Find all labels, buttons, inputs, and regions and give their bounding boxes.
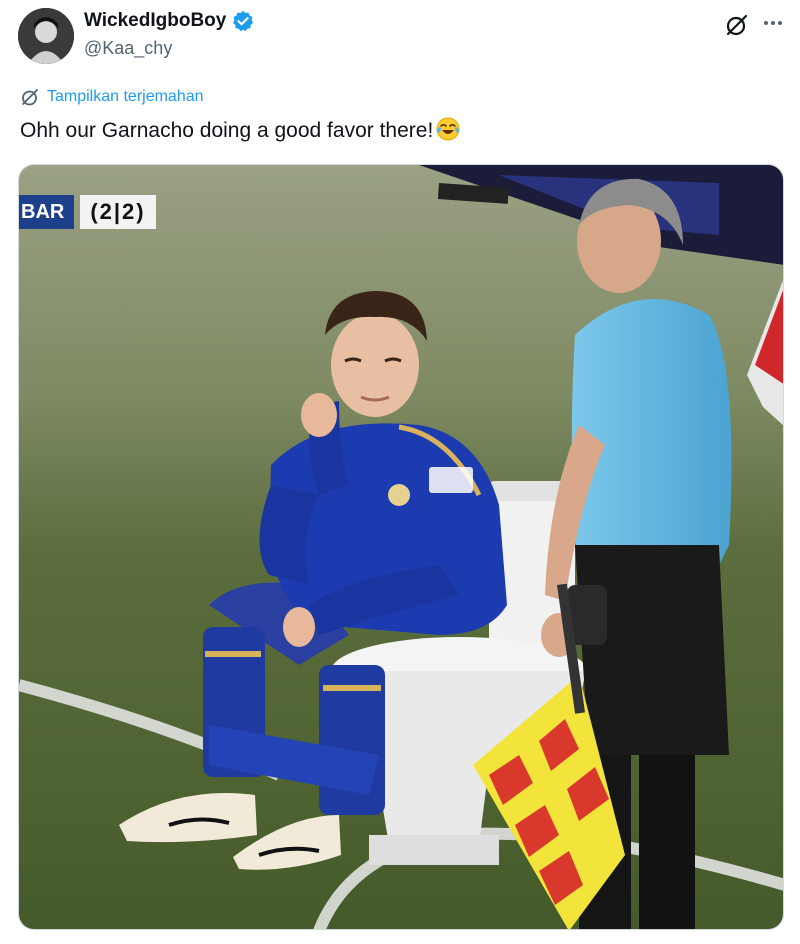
post-image[interactable]: BAR (2|2)	[18, 164, 784, 930]
translate-link[interactable]: Tampilkan terjemahan	[20, 87, 204, 107]
verified-badge-icon	[232, 10, 254, 32]
grok-icon[interactable]	[724, 12, 750, 38]
translate-label: Tampilkan terjemahan	[47, 88, 204, 105]
scoreboard-score: (2|2)	[80, 195, 156, 229]
more-icon[interactable]	[758, 10, 788, 36]
handle[interactable]: @Kaa_chy	[84, 38, 172, 59]
tears-of-joy-emoji	[435, 116, 461, 142]
translate-icon	[20, 87, 40, 107]
avatar[interactable]	[18, 8, 74, 64]
photo-illustration	[19, 165, 783, 929]
post-text-content: Ohh our Garnacho doing a good favor ther…	[20, 119, 434, 142]
scoreboard: BAR (2|2)	[19, 195, 156, 229]
scoreboard-team: BAR	[19, 195, 75, 229]
post-text: Ohh our Garnacho doing a good favor ther…	[20, 116, 461, 145]
author-name-row: WickedIgboBoy	[84, 10, 254, 32]
display-name[interactable]: WickedIgboBoy	[84, 10, 226, 32]
